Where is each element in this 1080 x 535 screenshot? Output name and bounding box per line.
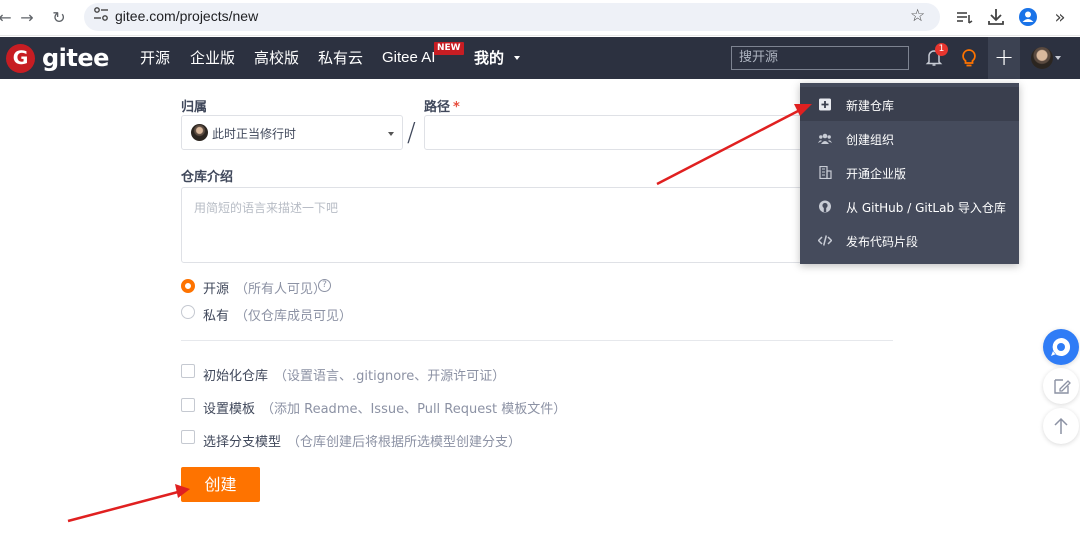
template-label: 设置模板 (203, 402, 256, 417)
back-icon[interactable]: ← (0, 7, 16, 29)
url-text[interactable]: gitee.com/projects/new (115, 8, 258, 24)
lightbulb-icon[interactable] (958, 47, 980, 69)
menu-item-snippet[interactable]: 发布代码片段 (800, 223, 1019, 257)
search-input[interactable]: 搜开源 (731, 46, 909, 70)
menu-item-label: 从 GitHub / GitLab 导入仓库 (846, 201, 1006, 215)
nav-mine[interactable]: 我的 (474, 49, 521, 67)
private-hint: （仅仓库成员可见） (235, 309, 353, 324)
forward-icon[interactable]: → (16, 7, 38, 29)
code-icon (818, 235, 832, 246)
path-separator: / (407, 118, 416, 148)
branch-model-label: 选择分支模型 (203, 435, 282, 450)
nav-enterprise[interactable]: 企业版 (190, 49, 235, 67)
open-source-hint: （所有人可见） (235, 282, 327, 297)
private-label: 私有 (203, 309, 230, 324)
github-icon (819, 200, 831, 213)
back-to-top-button[interactable] (1043, 408, 1079, 444)
open-source-label: 开源 (203, 282, 230, 297)
path-label: 路径 * (424, 96, 460, 115)
menu-item-label: 开通企业版 (846, 167, 907, 181)
create-plus-button[interactable]: + (988, 37, 1020, 79)
init-repo-option[interactable]: 初始化仓库 （设置语言、.gitignore、开源许可证） (203, 365, 505, 384)
assistant-bubble-icon (1051, 337, 1071, 356)
avatar-caret-icon[interactable] (1055, 56, 1061, 60)
browser-toolbar: ← → ↻ gitee.com/projects/new ☆ » (0, 0, 1080, 36)
description-textarea[interactable]: 用简短的语言来描述一下吧 (181, 187, 893, 263)
notification-count-badge: 1 (935, 43, 948, 56)
description-placeholder: 用简短的语言来描述一下吧 (194, 201, 339, 215)
nav-education[interactable]: 高校版 (254, 49, 299, 67)
site-info-icon[interactable] (92, 6, 110, 22)
menu-item-label: 新建仓库 (846, 99, 895, 113)
edit-icon (1054, 379, 1071, 394)
owner-label: 归属 (181, 100, 208, 115)
arrow-up-icon (1054, 417, 1068, 434)
help-icon[interactable]: ? (318, 279, 331, 292)
divider (181, 340, 893, 341)
menu-item-new-org[interactable]: 创建组织 (800, 121, 1019, 155)
radio-open-source[interactable] (181, 279, 195, 293)
init-repo-label: 初始化仓库 (203, 369, 269, 384)
private-option[interactable]: 私有 （仅仓库成员可见） (203, 305, 352, 324)
template-hint: （添加 Readme、Issue、Pull Request 模板文件） (261, 402, 567, 417)
menu-item-enterprise[interactable]: 开通企业版 (800, 155, 1019, 189)
path-input[interactable] (424, 115, 804, 150)
menu-item-label: 发布代码片段 (846, 235, 919, 249)
nav-gitee-ai[interactable]: Gitee AI (382, 49, 435, 67)
chevron-down-icon (514, 56, 521, 60)
radio-private[interactable] (181, 305, 195, 319)
create-dropdown-menu: 新建仓库 创建组织 开通企业版 从 GitHub / GitLab 导入仓库 发… (800, 83, 1019, 264)
open-source-option[interactable]: 开源 （所有人可见） (203, 278, 326, 297)
group-icon (818, 133, 832, 144)
reading-list-icon[interactable] (953, 6, 975, 28)
assistant-float-button[interactable] (1043, 329, 1079, 365)
required-mark: * (453, 100, 460, 115)
path-label-text: 路径 (424, 100, 451, 115)
menu-item-new-repo[interactable]: 新建仓库 (800, 87, 1019, 121)
feedback-float-button[interactable] (1043, 368, 1079, 404)
nav-opensource[interactable]: 开源 (140, 49, 170, 67)
user-avatar[interactable] (1031, 47, 1053, 69)
template-option[interactable]: 设置模板 （添加 Readme、Issue、Pull Request 模板文件） (203, 398, 566, 417)
gitee-logo-icon: G (6, 44, 35, 73)
building-icon (819, 166, 832, 179)
menu-item-import[interactable]: 从 GitHub / GitLab 导入仓库 (800, 189, 1019, 223)
branch-model-hint: （仓库创建后将根据所选模型创建分支） (287, 435, 522, 450)
menu-item-label: 创建组织 (846, 133, 895, 147)
checkbox-branch-model[interactable] (181, 430, 195, 444)
bookmark-star-icon[interactable]: ☆ (910, 6, 925, 26)
reload-icon[interactable]: ↻ (48, 7, 70, 29)
create-button[interactable]: 创建 (181, 467, 260, 502)
init-repo-hint: （设置语言、.gitignore、开源许可证） (274, 369, 506, 384)
branch-model-option[interactable]: 选择分支模型 （仓库创建后将根据所选模型创建分支） (203, 431, 521, 450)
chevron-down-icon (388, 132, 394, 136)
checkbox-init-repo[interactable] (181, 364, 195, 378)
nav-mine-label: 我的 (474, 49, 505, 67)
site-header: G gitee 开源 企业版 高校版 私有云 Gitee AI NEW 我的 搜… (0, 37, 1080, 79)
owner-select[interactable]: 此时正当修行时 (181, 115, 403, 150)
checkbox-template[interactable] (181, 398, 195, 412)
new-badge: NEW (434, 42, 464, 55)
profile-icon[interactable] (1017, 6, 1039, 28)
owner-avatar (191, 124, 208, 141)
more-tools-icon[interactable]: » (1049, 7, 1071, 29)
download-icon[interactable] (985, 6, 1007, 28)
square-plus-icon (819, 98, 831, 111)
desc-label: 仓库介绍 (181, 170, 234, 185)
annotation-arrows (67, 104, 812, 523)
nav-private-cloud[interactable]: 私有云 (318, 49, 363, 67)
annotation-arrow-create (67, 484, 190, 523)
gitee-logo-text: gitee (42, 44, 109, 72)
owner-value: 此时正当修行时 (212, 127, 297, 141)
